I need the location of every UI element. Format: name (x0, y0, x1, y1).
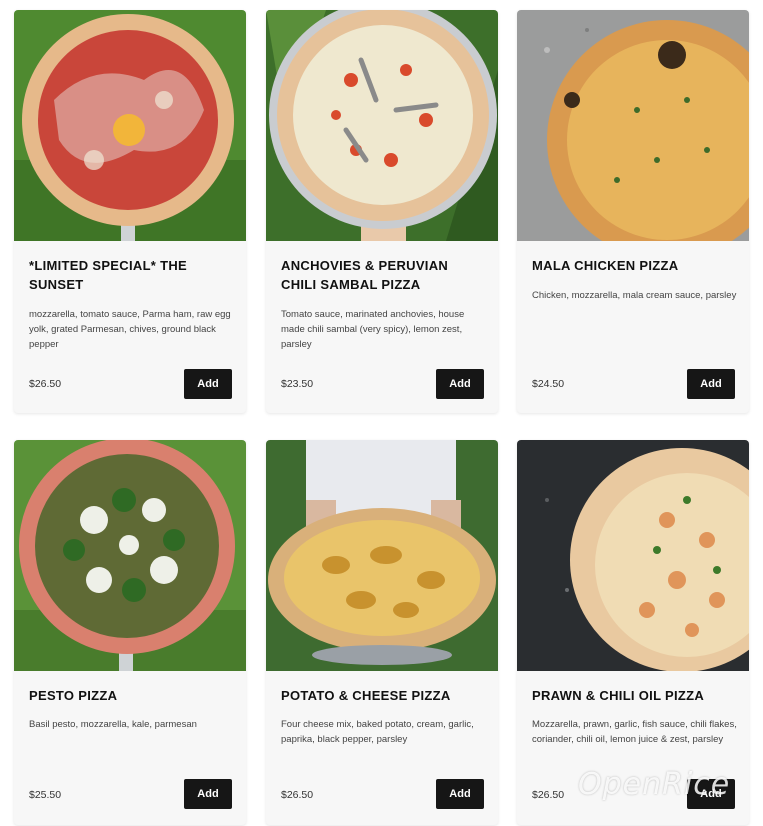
pizza-photo (14, 440, 246, 671)
menu-item-card[interactable]: PESTO PIZZA Basil pesto, mozzarella, kal… (14, 440, 246, 825)
add-button[interactable]: Add (687, 369, 735, 399)
item-title: PESTO PIZZA (29, 688, 118, 703)
openrice-watermark: OpenRice (578, 767, 731, 802)
item-description: Four cheese mix, baked potato, cream, ga… (281, 719, 474, 745)
pizza-photo (266, 10, 498, 241)
item-title: ANCHOVIES & PERUVIAN CHILI SAMBAL PIZZA (281, 258, 449, 292)
menu-item-card[interactable]: *LIMITED SPECIAL* THE SUNSET mozzarella,… (14, 10, 246, 413)
item-title: MALA CHICKEN PIZZA (532, 258, 679, 273)
item-price: $26.50 (532, 789, 565, 801)
item-title: POTATO & CHEESE PIZZA (281, 688, 451, 703)
item-price: $23.50 (281, 378, 314, 390)
item-price: $26.50 (29, 378, 62, 390)
pizza-photo (266, 440, 498, 671)
item-description: Basil pesto, mozzarella, kale, parmesan (29, 719, 197, 730)
item-description: Tomato sauce, marinated anchovies, house… (281, 309, 465, 350)
add-button[interactable]: Add (184, 369, 232, 399)
item-title: *LIMITED SPECIAL* THE SUNSET (29, 258, 187, 292)
item-price: $26.50 (281, 789, 314, 801)
item-description: mozzarella, tomato sauce, Parma ham, raw… (29, 309, 231, 350)
add-button[interactable]: Add (184, 779, 232, 809)
menu-item-card[interactable]: POTATO & CHEESE PIZZA Four cheese mix, b… (266, 440, 498, 825)
item-description: Mozzarella, prawn, garlic, fish sauce, c… (532, 719, 737, 745)
item-description: Chicken, mozzarella, mala cream sauce, p… (532, 290, 737, 301)
menu-item-card[interactable]: MALA CHICKEN PIZZA Chicken, mozzarella, … (517, 10, 749, 413)
pizza-photo (517, 10, 749, 241)
item-price: $24.50 (532, 378, 565, 390)
add-button[interactable]: Add (436, 779, 484, 809)
pizza-photo (14, 10, 246, 241)
item-price: $25.50 (29, 789, 62, 801)
add-button[interactable]: Add (436, 369, 484, 399)
pizza-photo (517, 440, 749, 671)
item-title: PRAWN & CHILI OIL PIZZA (532, 688, 705, 703)
menu-item-card[interactable]: ANCHOVIES & PERUVIAN CHILI SAMBAL PIZZA … (266, 10, 498, 413)
